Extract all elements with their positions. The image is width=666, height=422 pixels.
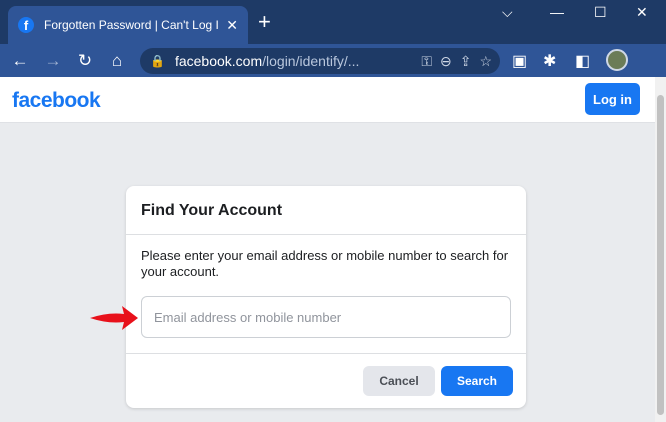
facebook-favicon-icon: f <box>18 17 34 33</box>
url-host: facebook.com <box>174 53 263 69</box>
key-icon[interactable]: ⚿ <box>421 53 432 70</box>
card-divider-bottom <box>126 353 526 354</box>
address-bar[interactable]: 🔒 facebook.com/login/identify/... ⚿ ⊖ ⇪ … <box>140 48 500 74</box>
profile-avatar[interactable] <box>606 49 628 71</box>
sidebar-icon[interactable]: ◧ <box>575 51 590 71</box>
annotation-arrow-icon <box>90 306 138 330</box>
new-tab-button[interactable]: + <box>258 10 271 34</box>
browser-titlebar: f Forgotten Password | Can't Log In ✕ + … <box>0 0 666 44</box>
card-divider-top <box>126 234 526 235</box>
lock-icon[interactable]: 🔒 <box>150 54 165 68</box>
card-description: Please enter your email address or mobil… <box>141 248 509 279</box>
cancel-button[interactable]: Cancel <box>363 366 435 396</box>
window-maximize-button[interactable]: ☐ <box>594 4 607 21</box>
home-icon[interactable]: ⌂ <box>102 51 132 71</box>
url-path: /login/identify/... <box>262 53 360 69</box>
puzzle-icon[interactable]: ✱ <box>543 51 556 71</box>
page-scrollbar[interactable] <box>655 77 666 422</box>
tab-search-icon[interactable]: ⌵ <box>502 4 513 21</box>
email-or-phone-input[interactable] <box>141 296 511 338</box>
card-title: Find Your Account <box>141 202 283 219</box>
url-text: facebook.com/login/identify/... <box>175 53 359 69</box>
forward-icon[interactable]: → <box>38 51 68 71</box>
zoom-icon[interactable]: ⊖ <box>440 53 452 70</box>
tab-close-icon[interactable]: ✕ <box>226 17 238 34</box>
window-minimize-button[interactable]: — <box>550 4 564 20</box>
facebook-logo[interactable]: facebook <box>12 89 101 113</box>
omnibox-actions: ⚿ ⊖ ⇪ ☆ <box>421 53 492 70</box>
login-button[interactable]: Log in <box>585 83 640 115</box>
extension-icon[interactable]: ▣ <box>512 51 527 71</box>
back-icon[interactable]: ← <box>5 51 35 71</box>
reload-icon[interactable]: ↻ <box>70 51 100 71</box>
browser-toolbar: ← → ↻ ⌂ 🔒 facebook.com/login/identify/..… <box>0 44 666 77</box>
window-close-button[interactable]: ✕ <box>636 4 648 21</box>
browser-tab[interactable]: f Forgotten Password | Can't Log In ✕ <box>8 6 248 44</box>
share-icon[interactable]: ⇪ <box>460 53 472 70</box>
search-button[interactable]: Search <box>441 366 513 396</box>
tab-title: Forgotten Password | Can't Log In <box>44 18 219 32</box>
facebook-header: facebook Log in <box>0 77 655 123</box>
find-account-card: Find Your Account Please enter your emai… <box>126 186 526 408</box>
star-icon[interactable]: ☆ <box>479 53 492 70</box>
scrollbar-thumb[interactable] <box>657 95 664 415</box>
